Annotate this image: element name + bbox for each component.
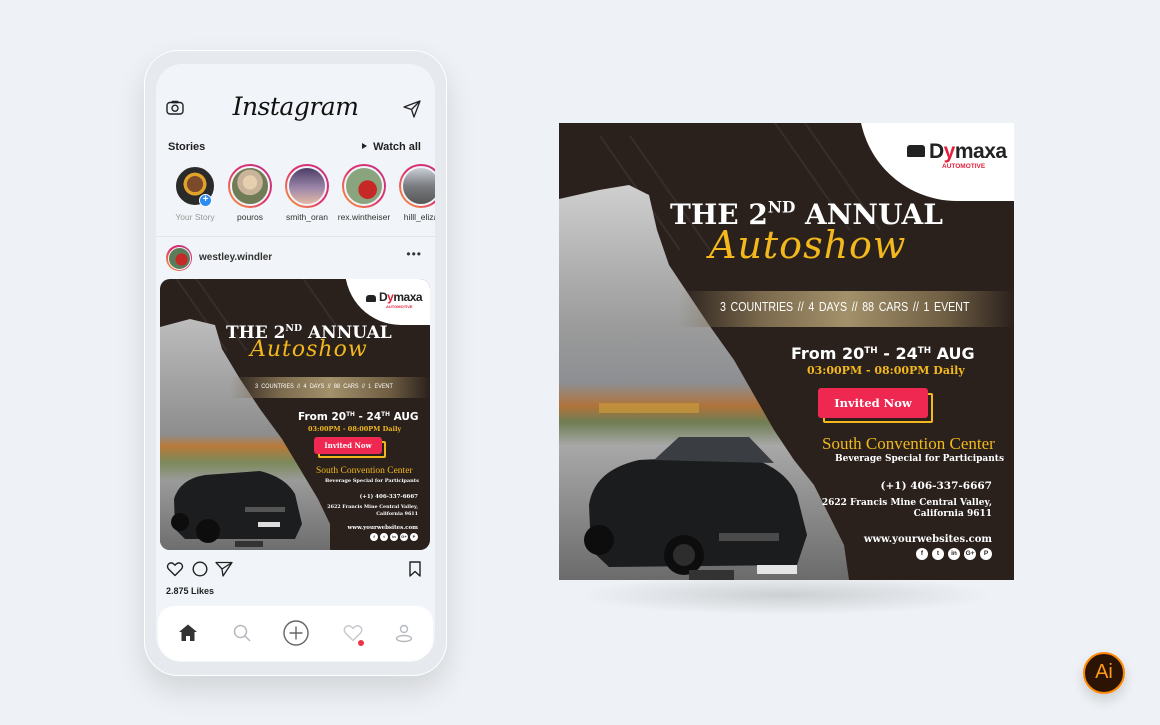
search-icon[interactable] <box>230 621 254 645</box>
story-avatar <box>344 166 384 206</box>
venue-note: Beverage Special for Participants <box>835 454 1005 464</box>
linkedin-icon[interactable]: in <box>390 533 398 541</box>
story-item[interactable]: smith_oran <box>278 164 336 222</box>
story-item[interactable]: hilll_eliza <box>392 164 435 222</box>
story-name: smith_oran <box>285 212 329 222</box>
story-name: hilll_eliza <box>403 212 435 222</box>
website: www.yourwebsites.com <box>863 534 992 545</box>
instagram-header: Instagram <box>156 64 435 124</box>
address-line-1: 2622 Francis Mine Central Valley, <box>821 498 992 508</box>
venue-name: South Convention Center <box>822 434 995 453</box>
post-actions <box>166 560 424 580</box>
stories-row: + Your Story pouros smith_oran rex.winth… <box>166 164 435 224</box>
story-name: pouros <box>237 212 263 222</box>
google-plus-icon[interactable]: G+ <box>964 548 976 560</box>
contact-phone: (+1) 406-337-6667 <box>880 480 992 492</box>
pinterest-icon[interactable]: P <box>410 533 418 541</box>
linkedin-icon[interactable]: in <box>948 548 960 560</box>
event-time: 03:00PM - 08:00PM Daily <box>308 425 402 433</box>
post-avatar[interactable] <box>166 245 192 271</box>
paper-plane-icon[interactable] <box>403 100 421 118</box>
add-story-icon[interactable]: + <box>199 194 212 207</box>
add-post-icon[interactable] <box>282 619 310 647</box>
post-header: westley.windler ••• <box>166 244 426 272</box>
adobe-illustrator-icon: Ai <box>1083 652 1125 694</box>
share-icon[interactable] <box>215 560 233 578</box>
script-title: Autoshow <box>709 223 907 267</box>
invited-now-button[interactable]: Invited Now <box>314 437 382 454</box>
play-icon <box>362 143 368 149</box>
like-heart-icon[interactable] <box>166 560 184 578</box>
facebook-icon[interactable]: f <box>370 533 378 541</box>
story-avatar <box>230 166 270 206</box>
story-item[interactable]: + Your Story <box>166 164 224 222</box>
home-icon[interactable] <box>176 621 200 645</box>
brand-name: Dymaxa <box>929 140 1007 163</box>
more-options-icon[interactable]: ••• <box>406 247 422 261</box>
divider <box>156 236 435 237</box>
bookmark-icon[interactable] <box>406 560 424 578</box>
story-name: rex.wintheiser <box>337 212 391 222</box>
likes-count: 2.875 Likes <box>166 586 215 596</box>
brand-subtitle: AUTOMOTIVE <box>386 304 413 309</box>
address-line-2: California 9611 <box>913 509 992 519</box>
phone-mockup: Instagram Stories Watch all + Your Story… <box>144 50 447 676</box>
stats-text: 3 COUNTRIES // 4 DAYS // 88 CARS // 1 EV… <box>255 383 393 390</box>
invited-now-button[interactable]: Invited Now <box>818 388 928 418</box>
venue-note: Beverage Special for Participants <box>325 478 419 484</box>
event-dates: From 20TH - 24TH AUG <box>298 411 419 423</box>
flyer-shadow <box>575 575 995 615</box>
event-time: 03:00PM - 08:00PM Daily <box>807 364 965 377</box>
brand-subtitle: AUTOMOTIVE <box>942 163 986 170</box>
instagram-screen: Instagram Stories Watch all + Your Story… <box>156 64 435 662</box>
instagram-logo: Instagram <box>232 92 359 121</box>
social-icons: f t in G+ P <box>368 533 418 541</box>
story-name: Your Story <box>175 212 215 222</box>
story-avatar <box>287 166 327 206</box>
car-logo-icon <box>366 295 376 302</box>
post-image-flyer[interactable]: Dymaxa AUTOMOTIVE THE 2ND ANNUAL Autosho… <box>160 279 430 550</box>
website: www.yourwebsites.com <box>347 525 418 531</box>
script-title: Autoshow <box>250 337 368 362</box>
address-line-2: California 9611 <box>376 511 418 517</box>
post-username[interactable]: westley.windler <box>199 252 272 263</box>
facebook-icon[interactable]: f <box>916 548 928 560</box>
venue-name: South Convention Center <box>316 466 413 476</box>
profile-icon[interactable] <box>392 621 416 645</box>
stories-label: Stories <box>168 141 206 153</box>
story-avatar <box>401 166 435 206</box>
address-line-1: 2622 Francis Mine Central Valley, <box>327 504 418 510</box>
google-plus-icon[interactable]: G+ <box>400 533 408 541</box>
stats-text: 3 COUNTRIES // 4 DAYS // 88 CARS // 1 EV… <box>720 300 970 314</box>
notification-dot <box>358 640 364 646</box>
event-dates: From 20TH - 24TH AUG <box>791 344 975 363</box>
twitter-icon[interactable]: t <box>932 548 944 560</box>
bottom-tab-bar <box>158 606 433 661</box>
twitter-icon[interactable]: t <box>380 533 388 541</box>
watch-all-button[interactable]: Watch all <box>362 141 421 153</box>
pinterest-icon[interactable]: P <box>980 548 992 560</box>
autoshow-flyer: Dymaxa AUTOMOTIVE THE 2ND ANNUAL Autosho… <box>559 123 1014 580</box>
story-item[interactable]: pouros <box>221 164 279 222</box>
car-logo-icon <box>907 145 925 157</box>
comment-icon[interactable] <box>191 560 209 578</box>
social-icons: f t in G+ P <box>912 548 992 560</box>
contact-phone: (+1) 406-337-6667 <box>359 494 418 500</box>
story-item[interactable]: rex.wintheiser <box>335 164 393 222</box>
brand-name: Dymaxa <box>379 290 423 304</box>
